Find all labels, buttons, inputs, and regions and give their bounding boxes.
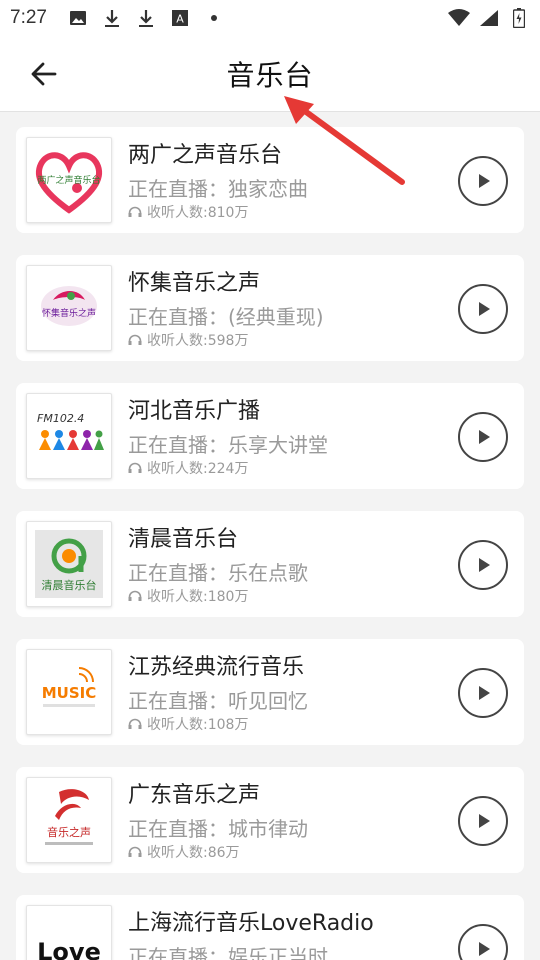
- station-list[interactable]: 两广之声音乐台 两广之声音乐台 正在直播：独家恋曲 收听人数:810万 怀集音乐…: [0, 112, 540, 960]
- station-logo: 清晨音乐台: [26, 521, 112, 607]
- station-logo: FM102.4: [26, 393, 112, 479]
- status-bar: 7:27 A: [0, 0, 540, 36]
- download-icon: [135, 7, 157, 29]
- listener-count: 收听人数:598万: [128, 330, 248, 350]
- station-card[interactable]: 怀集音乐之声 怀集音乐之声 正在直播：(经典重现) 收听人数:598万: [16, 255, 524, 361]
- listener-count-text: 收听人数:224万: [147, 461, 249, 477]
- heart-logo: 两广之声音乐台: [35, 152, 103, 214]
- station-logo: MUSIC: [26, 649, 112, 735]
- headphones-icon: [128, 718, 142, 729]
- guangdong-logo: 音乐之声: [45, 789, 93, 845]
- station-card[interactable]: FM102.4 河北音乐广播 正在直播：乐享大讲堂 收听人数:224万: [16, 383, 524, 489]
- download-icon: [101, 7, 123, 29]
- station-name: 两广之声音乐台: [128, 143, 283, 168]
- love-logo: Love: [37, 938, 101, 960]
- play-icon: [479, 686, 490, 700]
- station-card[interactable]: MUSIC 江苏经典流行音乐 正在直播：听见回忆 收听人数:108万: [16, 639, 524, 745]
- station-card[interactable]: 清晨音乐台 清晨音乐台 正在直播：乐在点歌 收听人数:180万: [16, 511, 524, 617]
- station-name: 清晨音乐台: [128, 527, 239, 552]
- station-card[interactable]: 两广之声音乐台 两广之声音乐台 正在直播：独家恋曲 收听人数:810万: [16, 127, 524, 233]
- status-left: 7:27 A: [10, 7, 225, 29]
- now-playing: 正在直播：独家恋曲: [128, 177, 308, 201]
- image-icon: [67, 7, 89, 29]
- station-name: 河北音乐广播: [128, 399, 261, 424]
- station-logo: 怀集音乐之声: [26, 265, 112, 351]
- status-time: 7:27: [10, 7, 47, 28]
- svg-text:两广之声音乐台: 两广之声音乐台: [37, 174, 100, 186]
- now-playing: 正在直播：(经典重现): [128, 305, 324, 329]
- listener-count-text: 收听人数:180万: [147, 589, 249, 605]
- svg-text:清晨音乐台: 清晨音乐台: [42, 578, 97, 592]
- play-button[interactable]: [458, 412, 508, 462]
- svg-text:怀集音乐之声: 怀集音乐之声: [42, 307, 96, 319]
- station-logo: 音乐之声: [26, 777, 112, 863]
- music-logo: MUSIC: [42, 667, 97, 707]
- play-button[interactable]: [458, 156, 508, 206]
- fish-logo: 怀集音乐之声: [41, 286, 97, 326]
- play-icon: [479, 942, 490, 956]
- svg-text:FM102.4: FM102.4: [37, 412, 84, 425]
- headphones-icon: [128, 590, 142, 601]
- station-name: 江苏经典流行音乐: [128, 655, 305, 680]
- play-button[interactable]: [458, 668, 508, 718]
- station-name: 上海流行音乐LoveRadio: [128, 911, 374, 936]
- now-playing: 正在直播：娱乐正当时: [128, 945, 328, 960]
- station-logo: 两广之声音乐台: [26, 137, 112, 223]
- station-name: 怀集音乐之声: [128, 271, 261, 296]
- svg-text:音乐之声: 音乐之声: [47, 825, 91, 839]
- listener-count: 收听人数:180万: [128, 586, 248, 606]
- play-icon: [479, 174, 490, 188]
- play-icon: [479, 302, 490, 316]
- listener-count: 收听人数:86万: [128, 842, 240, 862]
- play-button[interactable]: [458, 796, 508, 846]
- app-bar: 音乐台: [0, 36, 540, 112]
- play-icon: [479, 430, 490, 444]
- wifi-icon: [448, 7, 470, 29]
- now-playing: 正在直播：乐享大讲堂: [128, 433, 328, 457]
- station-card[interactable]: Love 上海流行音乐LoveRadio 正在直播：娱乐正当时: [16, 895, 524, 960]
- listener-count-text: 收听人数:108万: [147, 717, 249, 733]
- headphones-icon: [128, 462, 142, 473]
- dot-icon: [203, 7, 225, 29]
- headphones-icon: [128, 206, 142, 217]
- now-playing: 正在直播：乐在点歌: [128, 561, 308, 585]
- play-button[interactable]: [458, 284, 508, 334]
- play-icon: [479, 814, 490, 828]
- listener-count-text: 收听人数:810万: [147, 205, 249, 221]
- listener-count: 收听人数:810万: [128, 202, 248, 222]
- listener-count: 收听人数:108万: [128, 714, 248, 734]
- battery-icon: [508, 7, 530, 29]
- now-playing: 正在直播：听见回忆: [128, 689, 308, 713]
- headphones-icon: [128, 334, 142, 345]
- svg-text:A: A: [176, 13, 184, 26]
- q-logo: 清晨音乐台: [35, 530, 103, 598]
- font-icon: A: [169, 7, 191, 29]
- listener-count-text: 收听人数:86万: [147, 845, 240, 861]
- svg-text:Love: Love: [37, 938, 101, 960]
- station-logo: Love: [26, 905, 112, 960]
- play-button[interactable]: [458, 540, 508, 590]
- listener-count: 收听人数:224万: [128, 458, 248, 478]
- listener-count-text: 收听人数:598万: [147, 333, 249, 349]
- page-title: 音乐台: [226, 59, 314, 92]
- now-playing: 正在直播：城市律动: [128, 817, 308, 841]
- status-right: [448, 7, 530, 29]
- people-logo: FM102.4: [37, 412, 104, 450]
- headphones-icon: [128, 846, 142, 857]
- play-button[interactable]: [458, 924, 508, 960]
- station-name: 广东音乐之声: [128, 783, 261, 808]
- signal-icon: [478, 7, 500, 29]
- svg-text:MUSIC: MUSIC: [42, 684, 97, 702]
- play-icon: [479, 558, 490, 572]
- station-card[interactable]: 音乐之声 广东音乐之声 正在直播：城市律动 收听人数:86万: [16, 767, 524, 873]
